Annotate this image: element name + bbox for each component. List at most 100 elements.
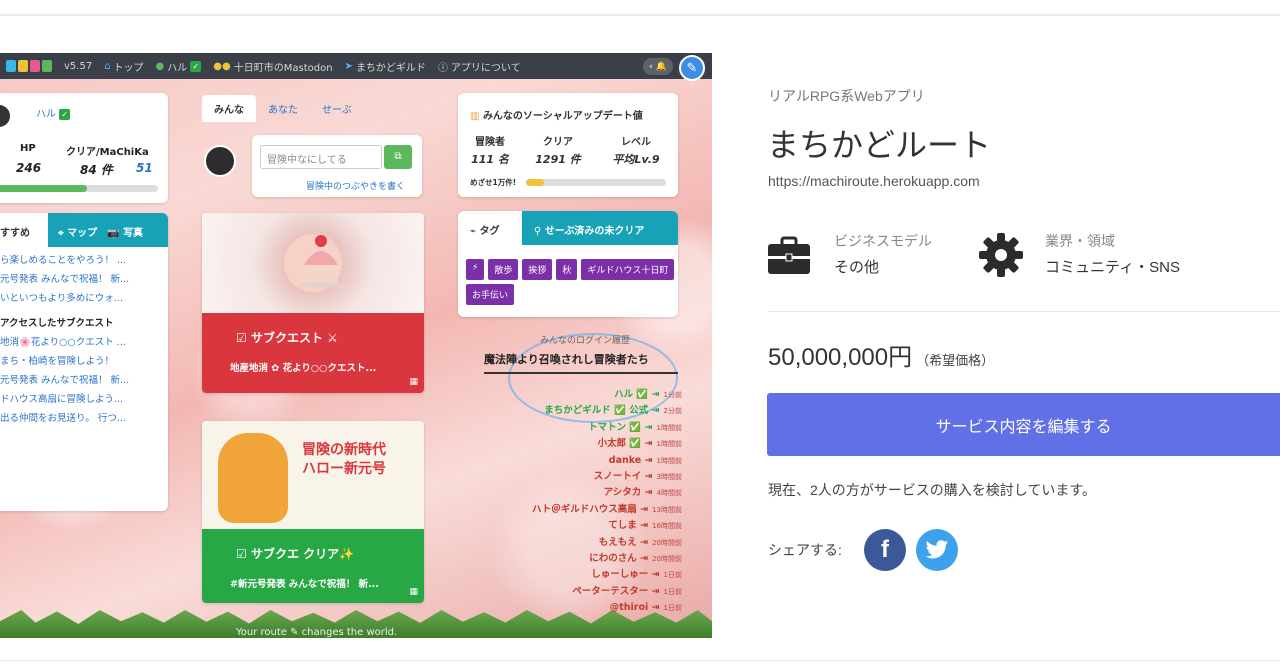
login-time: 13時間前 [652, 505, 682, 514]
quest-title: サブクエスト ⚔ [250, 331, 338, 345]
tab-map-photo[interactable]: ⌖ マップ 📷 写真 [48, 213, 168, 247]
nav-mastodon[interactable]: ●● 十日町市のMastodon [213, 59, 332, 74]
app-logo [6, 60, 52, 72]
login-time: 1分前 [663, 391, 682, 399]
login-log-item[interactable]: ハル ✅ ⇥ 1分前 [470, 387, 682, 403]
post-input[interactable]: 冒険中なにしてる [260, 145, 382, 169]
login-user-name: トマトン ✅ [588, 421, 642, 433]
login-log-item[interactable]: danke ⇥ 1時間前 [470, 453, 682, 469]
product-url[interactable]: https://machiroute.herokuapp.com [768, 173, 980, 189]
tab-saved[interactable]: せーぶ [310, 95, 364, 122]
list-item[interactable]: 地消🌸花より○○クエスト ... [0, 333, 168, 352]
recent-heading: アクセスしたサブクエスト [0, 318, 114, 329]
twitter-icon[interactable] [916, 529, 958, 571]
feed-tabs: みんな あなた せーぶ [202, 95, 364, 122]
hp-label: HP [20, 143, 36, 154]
login-log-item[interactable]: スノートイ ⇥ 3時間前 [470, 469, 682, 485]
send-icon: ➤ [344, 60, 353, 72]
price-value: 50,000,000円 [768, 344, 913, 371]
login-log-item[interactable]: 小太郎 ✅ ⇥ 1時間前 [470, 436, 682, 452]
list-item[interactable]: いといつもより多めにウォ... [0, 289, 168, 308]
quest-card[interactable]: ☑ サブクエスト ⚔ 地産地消 ✿ 花より○○クエスト... ▦ [202, 213, 424, 393]
sign-in-icon: ⇥ [641, 438, 653, 450]
login-time: 20時間前 [652, 538, 682, 547]
quest-card[interactable]: 冒険の新時代 ハロー新元号 ☑ サブクエ クリア✨ #新元号発表 みんなで祝福！… [202, 421, 424, 603]
product-category: リアルRPG系Webアプリ [768, 88, 925, 104]
tab-saved-uncleared[interactable]: ⚲ せーぶ済みの未クリア [522, 211, 678, 245]
login-user-name: ハル ✅ [614, 389, 649, 400]
interest-count-text: 現在、2人の方がサービスの購入を検討しています。 [768, 482, 1096, 498]
nav-top[interactable]: ⌂ トップ [104, 59, 143, 74]
login-time: 1時間前 [656, 440, 682, 449]
tab-tags[interactable]: ⌁ タグ [458, 211, 522, 245]
nav-user[interactable]: ● ハル ✓ [156, 59, 202, 74]
nav-about[interactable]: ⓘ アプリについて [438, 59, 521, 74]
briefcase-icon [768, 236, 810, 274]
sign-in-icon: ⇥ [641, 471, 653, 483]
edit-service-button[interactable]: サービス内容を編集する [767, 393, 1280, 456]
notification-toggle[interactable]: ‹ 🔔 [643, 58, 673, 75]
login-time: 1日前 [663, 571, 682, 580]
list-item[interactable]: 元号発表 みんなで祝福！ 新... [0, 270, 168, 289]
compose-fab[interactable]: ✎ [679, 55, 705, 81]
list-item[interactable]: 出る仲間をお見送り。 行つ... [0, 409, 168, 428]
facebook-icon[interactable]: f [864, 529, 906, 571]
login-time: 3時間前 [656, 473, 682, 482]
login-time: 16時間前 [652, 522, 682, 531]
login-log-item[interactable]: @thiroi ⇥ 1日前 [470, 600, 682, 616]
social-title: みんなのソーシャルアップデート値 [482, 111, 643, 122]
login-log-item[interactable]: まちかどギルド ✅ 公式 ⇥ 2分前 [470, 403, 682, 419]
list-item[interactable]: ドハウス高扇に冒険しよう... [0, 390, 168, 409]
calendar-icon: ▦ [409, 377, 418, 387]
app-footer-tagline: Your route ✎ changes the world. [236, 627, 398, 638]
login-user-name: スノートイ [593, 471, 642, 483]
profile-card: ハル ✓ HP クリア/MaChiKa 246 84 件 51 [0, 93, 168, 203]
login-user-name: まちかどギルド ✅ 公式 [544, 405, 649, 417]
login-log-item[interactable]: アシタカ ⇥ 4時間前 [470, 485, 682, 501]
recommend-list: ら楽しめることをやろう！ ... 元号発表 みんなで祝福！ 新... いといつも… [0, 247, 168, 428]
goal-bar [526, 179, 666, 186]
send-icon: ⧉ [394, 151, 402, 162]
avatar [204, 145, 236, 177]
sign-in-icon: ⇥ [636, 536, 649, 548]
tag-chip[interactable]: 挨拶 [522, 259, 553, 280]
business-model-label: ビジネスモデル [834, 233, 932, 249]
login-log-item[interactable]: もえもえ ⇥ 20時間前 [470, 535, 682, 551]
login-log-item[interactable]: トマトン ✅ ⇥ 1時間前 [470, 420, 682, 436]
login-log-item[interactable]: ペーターテスター ⇥ 1日前 [470, 584, 682, 600]
login-log-item[interactable]: にわのさん ⇥ 20時間前 [470, 551, 682, 567]
write-post-link[interactable]: 冒険中のつぶやきを書く [306, 179, 405, 192]
login-user-name: にわのさん [589, 553, 637, 565]
home-icon: ⌂ [104, 60, 111, 72]
tag-chip[interactable]: ⚡ [466, 259, 485, 280]
tag-chip[interactable]: 秋 [556, 259, 578, 280]
tag-chip[interactable]: 散歩 [488, 259, 519, 280]
sign-in-icon: ⇥ [648, 389, 660, 400]
tag-chip[interactable]: お手伝い [466, 284, 515, 305]
tab-you[interactable]: あなた [256, 95, 310, 122]
stat-adventurers: 冒険者 111 名 [471, 137, 509, 166]
post-button[interactable]: ⧉ [384, 145, 412, 169]
login-log-item[interactable]: てしま ⇥ 16時間前 [470, 518, 682, 534]
login-user-name: @thiroi [609, 602, 649, 614]
nav-guild[interactable]: ➤ まちかどギルド [345, 59, 426, 74]
goal-label: めざせ1万件! [470, 178, 517, 187]
machika-value: 51 [136, 161, 153, 175]
list-item[interactable]: まち・柏崎を冒険しよう！ [0, 352, 168, 371]
mascot-image [218, 433, 288, 523]
profile-name[interactable]: ハル [36, 109, 56, 120]
pencil-icon: ✎ [686, 60, 698, 76]
list-item[interactable]: 元号発表 みんなで祝福！ 新... [0, 371, 168, 390]
login-history-caption: みんなのログイン履歴 [540, 336, 631, 346]
tab-everyone[interactable]: みんな [202, 95, 256, 122]
login-log-item[interactable]: ハト＠ギルドハウス高扇 ⇥ 13時間前 [470, 502, 682, 518]
login-log-item[interactable]: しゅーしゅー ⇥ 1日前 [470, 567, 682, 583]
avatar [0, 105, 10, 127]
tab-recommend[interactable]: すすめ [0, 213, 48, 247]
list-item[interactable]: ら楽しめることをやろう！ ... [0, 251, 168, 270]
login-time: 1時間前 [656, 456, 682, 465]
industry-label: 業界・領域 [1045, 233, 1115, 249]
tag-icon: ⌁ [470, 226, 477, 237]
tag-chip[interactable]: ギルドハウス十日町 [581, 259, 675, 280]
top-divider [0, 14, 1280, 16]
